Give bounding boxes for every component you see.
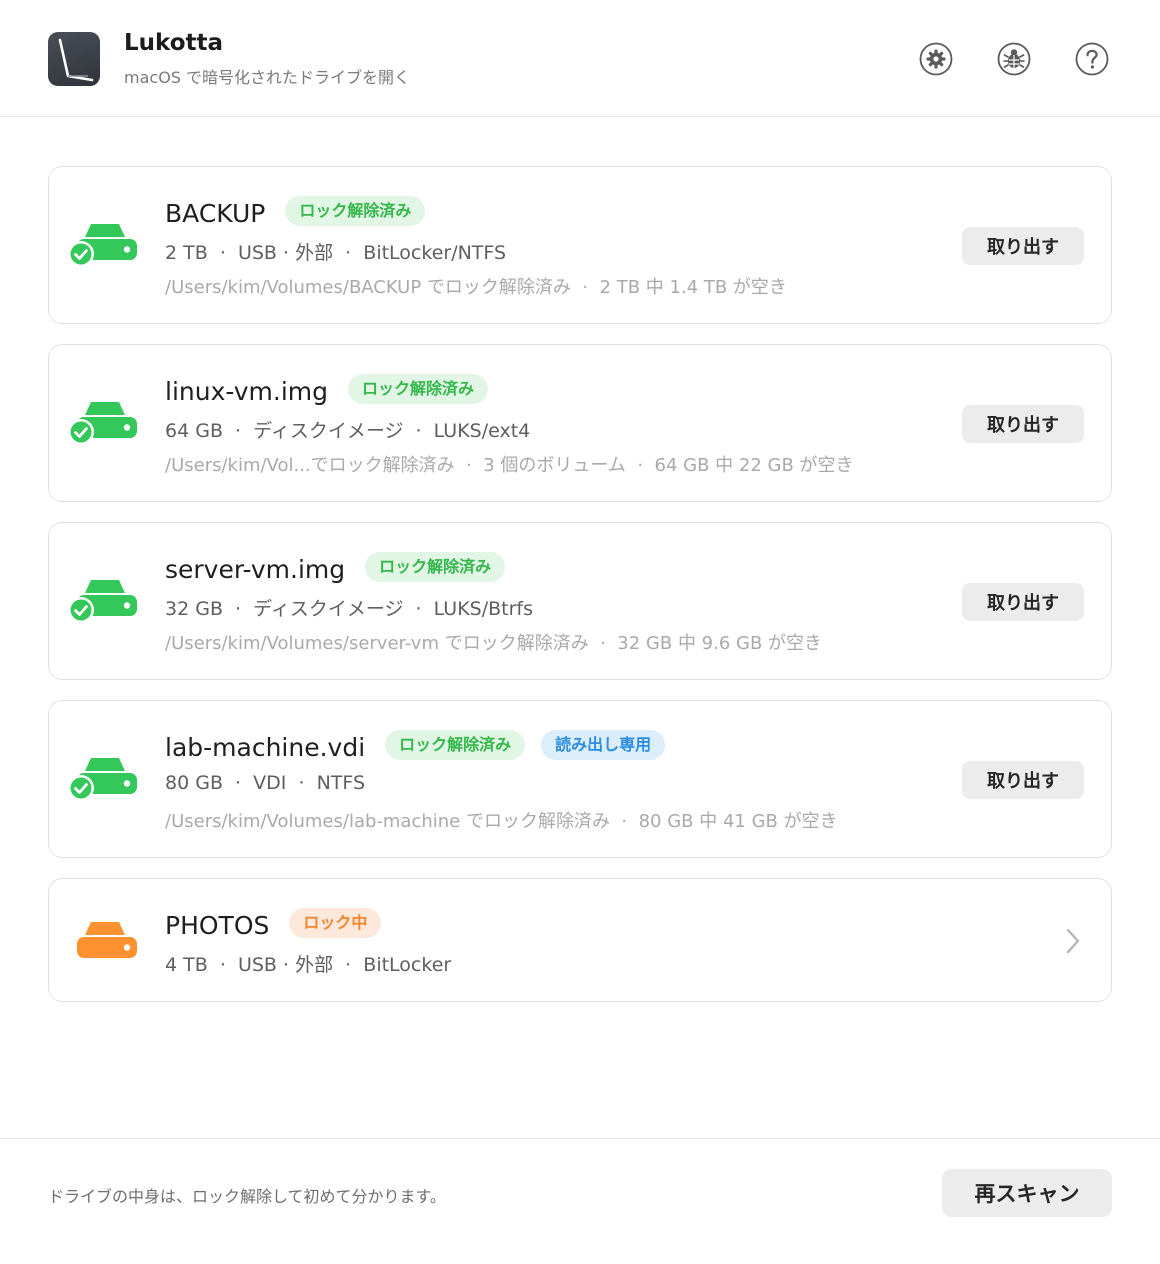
- status-badge: ロック解除済み: [365, 552, 506, 582]
- app-header: Lukotta macOS で暗号化されたドライブを開く: [0, 0, 1160, 117]
- drive-meta: 4 TB · USB · 外部 · BitLocker: [165, 954, 452, 976]
- settings-button[interactable]: [919, 42, 953, 76]
- app-logo-icon: [48, 32, 100, 86]
- drive-card[interactable]: PHOTOS ロック中 4 TB · USB · 外部 · BitLocker: [48, 878, 1112, 1002]
- unlocked-drive-icon: [67, 753, 143, 813]
- gear-icon: [919, 42, 953, 76]
- drive-meta: 2 TB · USB · 外部 · BitLocker/NTFS: [165, 242, 507, 264]
- drive-card[interactable]: server-vm.img ロック解除済み 32 GB · ディスクイメージ · L…: [48, 522, 1112, 680]
- app-subtitle: macOS で暗号化されたドライブを開く: [124, 68, 411, 87]
- unlocked-drive-icon: [67, 397, 143, 457]
- status-badge: ロック解除済み: [385, 730, 526, 760]
- eject-button[interactable]: 取り出す: [962, 405, 1084, 443]
- drive-mount-path: /Users/kim/Volumes/server-vm でロック解除済み · …: [165, 633, 823, 654]
- drive-name: lab-machine.vdi: [165, 733, 366, 762]
- chevron-right-icon[interactable]: [1065, 927, 1081, 959]
- locked-drive-icon: [67, 917, 143, 977]
- eject-button[interactable]: 取り出す: [962, 761, 1084, 799]
- bug-icon: [997, 42, 1031, 76]
- rescan-button[interactable]: 再スキャン: [942, 1169, 1112, 1217]
- drive-meta: 80 GB · VDI · NTFS: [165, 772, 366, 794]
- drive-name: linux-vm.img: [165, 377, 328, 406]
- eject-button[interactable]: 取り出す: [962, 227, 1084, 265]
- readonly-badge: 読み出し専用: [541, 730, 666, 760]
- drive-list: BACKUP ロック解除済み 2 TB · USB · 外部 · BitLocker…: [48, 166, 1112, 1022]
- status-badge: ロック解除済み: [285, 196, 426, 226]
- bug-report-button[interactable]: [997, 42, 1031, 76]
- drive-name: BACKUP: [165, 199, 266, 228]
- footer-note: ドライブの中身は、ロック解除して初めて分かります。: [48, 1187, 446, 1206]
- drive-mount-path: /Users/kim/Vol...でロック解除済み · 3 個のボリューム · …: [165, 455, 854, 476]
- drive-name: server-vm.img: [165, 555, 346, 584]
- unlocked-drive-icon: [67, 575, 143, 635]
- status-badge: ロック解除済み: [347, 374, 488, 404]
- app-title: Lukotta: [124, 30, 224, 56]
- drive-mount-path: /Users/kim/Volumes/lab-machine でロック解除済み …: [165, 811, 838, 832]
- status-badges: ロック中: [289, 908, 382, 938]
- status-badges: ロック解除済み 読み出し専用: [385, 730, 666, 760]
- drive-card[interactable]: BACKUP ロック解除済み 2 TB · USB · 外部 · BitLocker…: [48, 166, 1112, 324]
- status-badges: ロック解除済み: [285, 196, 426, 226]
- status-badges: ロック解除済み: [347, 374, 488, 404]
- drive-card[interactable]: linux-vm.img ロック解除済み 64 GB · ディスクイメージ · LU…: [48, 344, 1112, 502]
- drive-mount-path: /Users/kim/Volumes/BACKUP でロック解除済み · 2 T…: [165, 277, 787, 298]
- drive-name: PHOTOS: [165, 911, 270, 940]
- unlocked-drive-icon: [67, 219, 143, 279]
- drive-meta: 64 GB · ディスクイメージ · LUKS/ext4: [165, 420, 531, 442]
- status-badge: ロック中: [289, 908, 382, 938]
- drive-meta: 32 GB · ディスクイメージ · LUKS/Btrfs: [165, 598, 534, 620]
- help-button[interactable]: [1075, 42, 1109, 76]
- footer: ドライブの中身は、ロック解除して初めて分かります。 再スキャン: [0, 1138, 1160, 1264]
- drive-card[interactable]: lab-machine.vdi ロック解除済み 読み出し専用 80 GB · VDI …: [48, 700, 1112, 858]
- help-icon: [1075, 42, 1109, 76]
- status-badges: ロック解除済み: [365, 552, 506, 582]
- eject-button[interactable]: 取り出す: [962, 583, 1084, 621]
